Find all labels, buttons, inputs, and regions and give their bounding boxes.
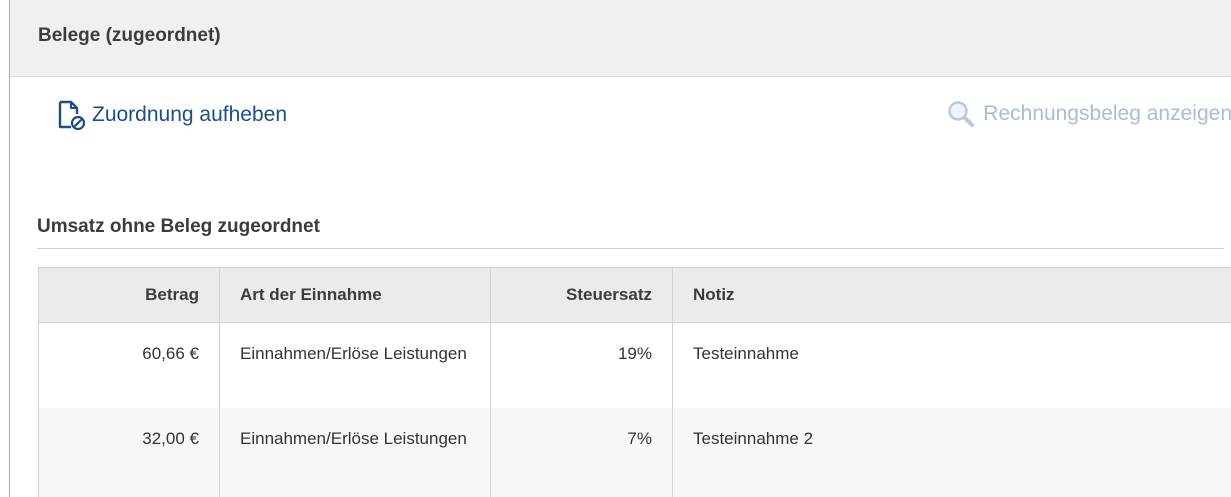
panel-header: Belege (zugeordnet) <box>10 0 1231 77</box>
assigned-receipts-panel: Belege (zugeordnet) Zuordnung aufheben R… <box>9 0 1231 497</box>
toolbar: Zuordnung aufheben Rechnungsbeleg anzeig… <box>10 77 1231 159</box>
section-title: Umsatz ohne Beleg zugeordnet <box>37 216 1224 249</box>
panel-title: Belege (zugeordnet) <box>38 25 221 46</box>
show-receipt-button[interactable]: Rechnungsbeleg anzeigen <box>947 100 1231 128</box>
table-row[interactable]: 32,00 € Einnahmen/Erlöse Leistungen 7% T… <box>38 407 1231 497</box>
transactions-table: Betrag Art der Einnahme Steuersatz Notiz… <box>38 267 1231 497</box>
table-header-row: Betrag Art der Einnahme Steuersatz Notiz <box>38 267 1231 323</box>
document-unlink-icon <box>58 100 86 130</box>
cell-steuersatz: 7% <box>490 407 673 497</box>
table-row[interactable]: 60,66 € Einnahmen/Erlöse Leistungen 19% … <box>38 322 1231 408</box>
magnifier-icon <box>948 101 975 127</box>
unassign-button[interactable]: Zuordnung aufheben <box>56 100 287 130</box>
cell-art-der-einnahme: Einnahmen/Erlöse Leistungen <box>219 322 491 408</box>
column-header-notiz[interactable]: Notiz <box>672 267 1231 323</box>
cell-art-der-einnahme: Einnahmen/Erlöse Leistungen <box>219 407 491 497</box>
cell-notiz: Testeinnahme <box>672 322 1231 408</box>
cell-betrag: 32,00 € <box>38 407 220 497</box>
cell-betrag: 60,66 € <box>38 322 220 408</box>
unassign-label: Zuordnung aufheben <box>92 103 287 126</box>
column-header-steuersatz[interactable]: Steuersatz <box>490 267 673 323</box>
cell-steuersatz: 19% <box>490 322 673 408</box>
column-header-art-der-einnahme[interactable]: Art der Einnahme <box>219 267 491 323</box>
cell-notiz: Testeinnahme 2 <box>672 407 1231 497</box>
column-header-betrag[interactable]: Betrag <box>38 267 220 323</box>
show-receipt-label: Rechnungsbeleg anzeigen <box>983 102 1231 125</box>
